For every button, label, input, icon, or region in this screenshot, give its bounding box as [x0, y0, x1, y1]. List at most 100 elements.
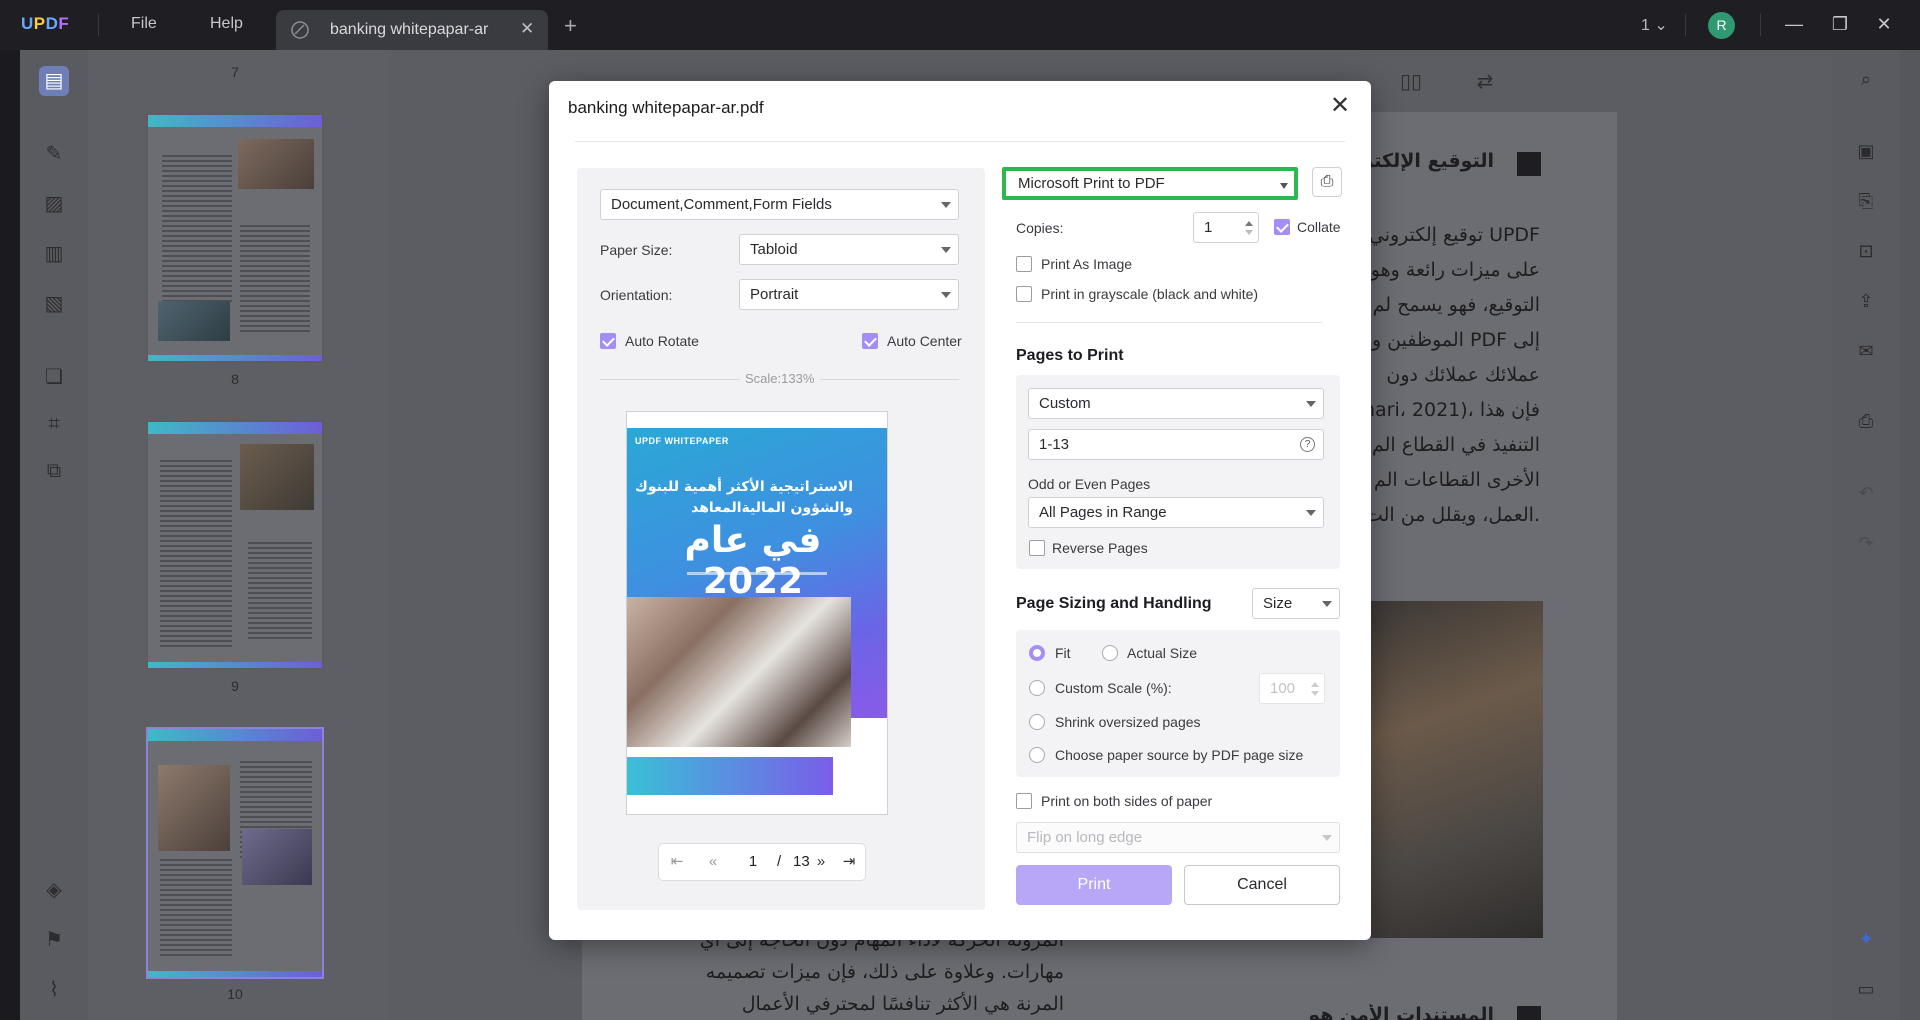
reverse-pages-label: Reverse Pages: [1052, 540, 1148, 556]
right-tool-rail: ⌕ ▣ ⎘ ⊡ ⇪ ✉ ⎙ ↶ ↷ ✦ ▭: [1832, 50, 1900, 1020]
minimize-icon[interactable]: —: [1782, 12, 1806, 36]
pages-mode-select[interactable]: Custom: [1028, 388, 1324, 419]
printer-properties-icon[interactable]: ⎙: [1312, 167, 1342, 197]
shrink-oversized-radio[interactable]: [1029, 714, 1045, 730]
printer-select[interactable]: Microsoft Print to PDF: [1002, 167, 1298, 200]
avatar[interactable]: R: [1708, 12, 1735, 39]
reader-icon[interactable]: ▤: [39, 66, 69, 96]
organize-pages-icon[interactable]: ❏: [39, 362, 69, 392]
next-page-icon[interactable]: »: [811, 852, 831, 872]
chevron-down-icon: [941, 202, 951, 208]
help-icon[interactable]: ?: [1300, 437, 1315, 452]
auto-rotate-checkbox[interactable]: [600, 333, 616, 349]
title-bar: UPDF File Help banking whitepapar-ar ✕ +…: [0, 0, 1920, 50]
odd-even-select[interactable]: All Pages in Range: [1028, 497, 1324, 528]
orientation-select[interactable]: Portrait: [739, 279, 959, 310]
print-as-image-checkbox[interactable]: [1016, 256, 1032, 272]
collate-checkbox[interactable]: [1274, 219, 1290, 235]
two-page-view-icon[interactable]: ▯▯: [1396, 67, 1426, 97]
print-as-image-label: Print As Image: [1041, 256, 1133, 272]
page-thumbnail-selected[interactable]: [146, 727, 324, 979]
protect-icon[interactable]: ⊡: [1853, 238, 1879, 264]
flip-select[interactable]: Flip on long edge: [1016, 822, 1340, 853]
convert-icon[interactable]: ⎘: [1853, 188, 1879, 214]
custom-scale-stepper[interactable]: 100: [1259, 673, 1325, 704]
increment-icon[interactable]: [1245, 221, 1253, 226]
mail-icon[interactable]: ✉: [1853, 338, 1879, 364]
preview-subtitle: [687, 572, 827, 575]
close-dialog-icon[interactable]: ✕: [1326, 92, 1354, 120]
previous-page-icon[interactable]: «: [703, 852, 723, 872]
current-page-input[interactable]: 1: [739, 850, 767, 874]
paper-source-radio[interactable]: [1029, 747, 1045, 763]
last-page-icon[interactable]: ⇥: [839, 852, 859, 872]
close-window-icon[interactable]: ✕: [1872, 12, 1896, 36]
page-range-value: 1-13: [1039, 436, 1070, 453]
print-button[interactable]: Print: [1016, 865, 1172, 905]
paper-size-select[interactable]: Tabloid: [739, 234, 959, 265]
flip-value: Flip on long edge: [1027, 829, 1143, 846]
auto-center-checkbox[interactable]: [862, 333, 878, 349]
compare-icon[interactable]: ⧉: [39, 456, 69, 486]
page-thumbnail[interactable]: [146, 113, 324, 363]
reverse-pages-checkbox[interactable]: [1029, 540, 1045, 556]
page-thumbnail[interactable]: [146, 420, 324, 670]
new-tab-icon[interactable]: +: [564, 13, 577, 39]
page-layout-icon[interactable]: ▥: [39, 239, 69, 269]
scrollbar[interactable]: [1900, 50, 1920, 1020]
fit-radio[interactable]: [1029, 645, 1045, 661]
sizing-mode-select[interactable]: Size: [1252, 588, 1340, 619]
total-pages: 13: [793, 853, 810, 870]
page-heading-lower: المستندات الأمن هو: [1308, 1004, 1494, 1020]
window-count-dropdown[interactable]: 1 ⌄: [1641, 15, 1668, 35]
increment-icon[interactable]: [1311, 682, 1319, 687]
page-sizing-heading: Page Sizing and Handling: [1016, 595, 1212, 612]
decrement-icon[interactable]: [1245, 230, 1253, 235]
copies-label: Copies:: [1016, 220, 1064, 236]
scale-label: Scale:133%: [745, 371, 815, 386]
preview-strip: [627, 757, 833, 795]
close-tab-icon[interactable]: ✕: [520, 19, 534, 39]
both-sides-checkbox[interactable]: [1016, 793, 1032, 809]
translate-icon[interactable]: ⇄: [1470, 67, 1500, 97]
edit-pdf-icon[interactable]: ▨: [39, 189, 69, 219]
actual-size-radio[interactable]: [1102, 645, 1118, 661]
comment-icon[interactable]: ✎: [39, 139, 69, 169]
sizing-mode-value: Size: [1263, 595, 1293, 612]
content-select[interactable]: Document,Comment,Form Fields: [600, 189, 959, 220]
share-icon[interactable]: ⇪: [1853, 288, 1879, 314]
redo-icon[interactable]: ↷: [1853, 530, 1879, 556]
form-icon[interactable]: ▧: [39, 289, 69, 319]
chevron-down-icon: [941, 292, 951, 298]
cancel-button[interactable]: Cancel: [1184, 865, 1340, 905]
custom-scale-radio[interactable]: [1029, 680, 1045, 696]
search-icon[interactable]: ⌕: [1853, 66, 1879, 92]
grayscale-checkbox[interactable]: [1016, 286, 1032, 302]
shrink-oversized-label: Shrink oversized pages: [1055, 714, 1201, 730]
restore-icon[interactable]: ❐: [1828, 12, 1852, 36]
ai-assistant-icon[interactable]: ✦: [1853, 926, 1879, 952]
ocr-icon[interactable]: ▣: [1853, 138, 1879, 164]
copies-stepper[interactable]: 1: [1193, 212, 1259, 243]
orientation-label: Orientation:: [600, 287, 673, 303]
first-page-icon[interactable]: ⇤: [667, 852, 687, 872]
updf-logo: UPDF: [21, 14, 70, 33]
page-separator: /: [777, 853, 782, 870]
attachment-icon[interactable]: ⌇: [39, 975, 69, 1005]
undo-icon[interactable]: ↶: [1853, 480, 1879, 506]
orientation-value: Portrait: [750, 286, 799, 303]
save-icon[interactable]: ⎙: [1853, 408, 1879, 434]
divider: [98, 14, 99, 36]
paper-source-label: Choose paper source by PDF page size: [1055, 747, 1304, 763]
bookmark-icon[interactable]: ⚑: [39, 925, 69, 955]
document-tab[interactable]: banking whitepapar-ar ✕: [276, 10, 548, 50]
comments-panel-icon[interactable]: ▭: [1853, 976, 1879, 1002]
custom-scale-label: Custom Scale (%):: [1055, 680, 1172, 696]
crop-icon[interactable]: ⌗: [39, 409, 69, 439]
menu-file[interactable]: File: [131, 15, 157, 33]
layers-icon[interactable]: ◈: [39, 875, 69, 905]
page-range-input[interactable]: 1-13 ?: [1028, 429, 1324, 460]
menu-help[interactable]: Help: [210, 15, 243, 33]
chevron-down-icon: ⌄: [1654, 17, 1668, 34]
decrement-icon[interactable]: [1311, 691, 1319, 696]
